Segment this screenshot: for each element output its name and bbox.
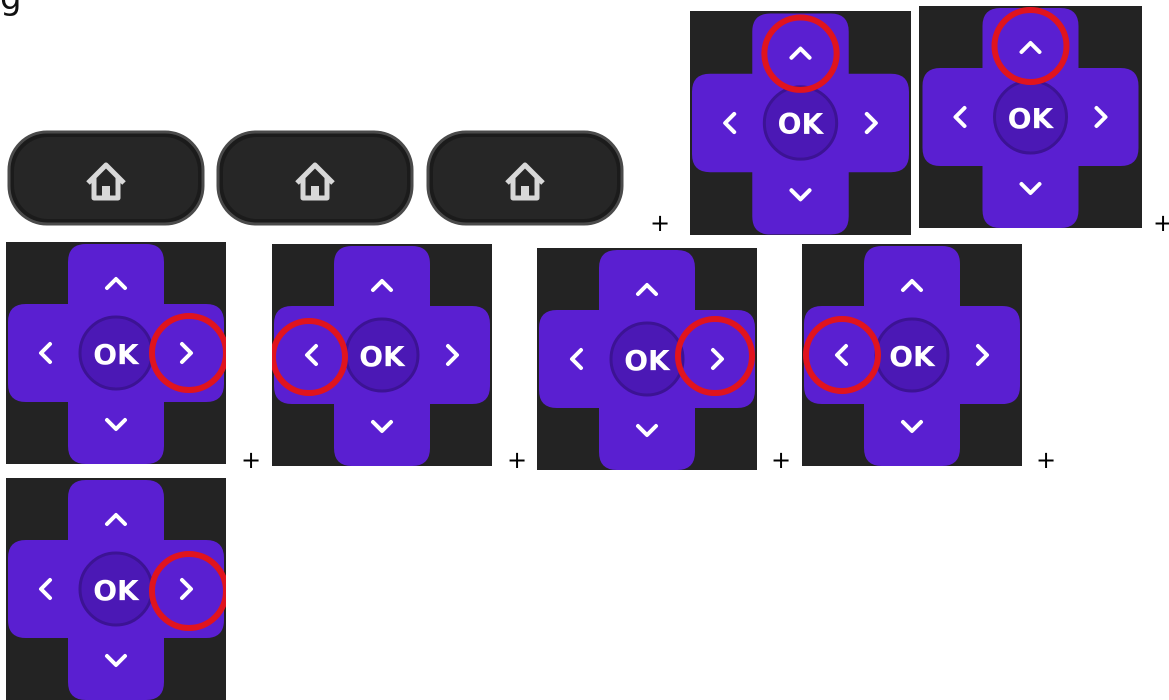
dpad-step-4: OK	[272, 244, 492, 466]
ok-label: OK	[624, 344, 671, 377]
home-button	[215, 129, 415, 227]
ok-label: OK	[1008, 102, 1055, 135]
dpad-step-5: OK	[537, 248, 757, 470]
dpad-step-3: OK	[6, 242, 226, 464]
home-button	[6, 129, 206, 227]
plus-separator: +	[507, 446, 528, 474]
plus-separator: +	[1036, 446, 1057, 474]
plus-separator: +	[1153, 209, 1169, 237]
plus-separator: +	[241, 446, 262, 474]
partial-caption: g	[0, 0, 22, 18]
ok-label: OK	[889, 340, 936, 373]
home-button	[425, 129, 625, 227]
ok-label: OK	[93, 574, 140, 607]
dpad-step-7: OK	[6, 478, 226, 700]
dpad-step-6: OK	[802, 244, 1022, 466]
ok-label: OK	[93, 338, 140, 371]
dpad-step-1: OK	[690, 11, 911, 235]
dpad-step-2: OK	[919, 6, 1142, 228]
plus-separator: +	[771, 446, 792, 474]
ok-label: OK	[778, 108, 825, 141]
ok-label: OK	[359, 340, 406, 373]
plus-separator: +	[650, 209, 671, 237]
